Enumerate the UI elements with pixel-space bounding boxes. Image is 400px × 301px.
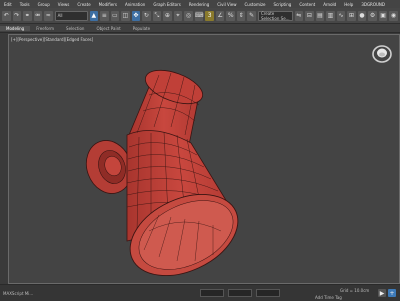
menu-customize[interactable]: Customize xyxy=(241,2,270,7)
status-bar: MAXScript Mi... Grid = 10.0cm Add Time T… xyxy=(0,284,400,301)
menu-arnold[interactable]: Arnold xyxy=(319,2,340,7)
tab-populate[interactable]: Populate xyxy=(127,26,156,31)
menu-animation[interactable]: Animation xyxy=(121,2,149,7)
maxscript-listener[interactable]: MAXScript Mi... xyxy=(3,291,33,296)
menu-edit[interactable]: Edit xyxy=(0,2,16,7)
main-toolbar: ↶ ↷ ⚭ ⚮ ≈ All ▲ ≡ ▭ ◫ ✥ ↻ ⤡ ⊕ ⌖ ◎ ⌨ 3 ∠ … xyxy=(0,8,400,24)
x-coordinate-field[interactable] xyxy=(200,289,224,297)
play-icon[interactable]: ▶ xyxy=(378,289,386,297)
add-time-tag[interactable]: Add Time Tag xyxy=(315,295,342,300)
spinner-snap-icon[interactable]: ⇕ xyxy=(236,10,246,21)
menu-group[interactable]: Group xyxy=(34,2,54,7)
schematic-view-icon[interactable]: ⊞ xyxy=(347,10,356,21)
angle-snap-icon[interactable]: ∠ xyxy=(215,10,225,21)
layer-explorer-icon[interactable]: ▤ xyxy=(315,10,325,21)
coordinate-fields xyxy=(200,289,280,297)
window-crossing-icon[interactable]: ◫ xyxy=(121,10,130,21)
mirror-icon[interactable]: ⇋ xyxy=(294,10,304,21)
pivot-center-icon[interactable]: ◎ xyxy=(184,10,193,21)
toggle-ribbon-icon[interactable]: ▥ xyxy=(326,10,335,21)
y-coordinate-field[interactable] xyxy=(228,289,252,297)
perspective-viewport[interactable]: [+][Perspective][Standard][Edged Faces] xyxy=(8,34,400,284)
percent-snap-icon[interactable]: % xyxy=(226,10,235,21)
ribbon-tabs: Modeling Freeform Selection Object Paint… xyxy=(0,24,400,33)
grid-size-label: Grid = 10.0cm xyxy=(340,288,370,293)
mug-mesh[interactable] xyxy=(9,35,400,284)
menu-bar: Edit Tools Group Views Create Modifiers … xyxy=(0,0,400,8)
menu-rendering[interactable]: Rendering xyxy=(185,2,213,7)
rectangular-selection-icon[interactable]: ▭ xyxy=(110,10,120,21)
bind-space-warp-icon[interactable]: ≈ xyxy=(44,10,53,21)
menu-help[interactable]: Help xyxy=(340,2,357,7)
select-object-icon[interactable]: ▲ xyxy=(89,10,99,21)
menu-3dground[interactable]: 3DGROUND xyxy=(357,2,389,7)
menu-views[interactable]: Views xyxy=(54,2,74,7)
select-and-scale-icon[interactable]: ⤡ xyxy=(152,10,162,21)
keyboard-shortcut-icon[interactable]: ⌨ xyxy=(194,10,204,21)
select-and-move-icon[interactable]: ✥ xyxy=(131,10,141,21)
material-editor-icon[interactable]: ● xyxy=(357,10,367,21)
rendered-frame-window-icon[interactable]: ▣ xyxy=(378,10,388,21)
menu-create[interactable]: Create xyxy=(73,2,94,7)
tab-object-paint[interactable]: Object Paint xyxy=(90,26,126,31)
snaps-toggle-icon[interactable]: 3 xyxy=(205,10,214,21)
menu-scripting[interactable]: Scripting xyxy=(270,2,296,7)
link-icon[interactable]: ⚭ xyxy=(23,10,32,21)
select-by-name-icon[interactable]: ≡ xyxy=(100,10,109,21)
align-icon[interactable]: ⊟ xyxy=(305,10,314,21)
tab-modeling[interactable]: Modeling xyxy=(0,25,31,31)
render-setup-icon[interactable]: ⚙ xyxy=(368,10,377,21)
render-production-icon[interactable]: ◉ xyxy=(389,10,398,21)
z-coordinate-field[interactable] xyxy=(256,289,280,297)
add-icon[interactable]: + xyxy=(388,289,396,297)
tab-selection[interactable]: Selection xyxy=(60,26,90,31)
named-selection-dropdown[interactable]: Create Selection Se... xyxy=(257,10,293,21)
unlink-icon[interactable]: ⚮ xyxy=(33,10,43,21)
menu-graph-editors[interactable]: Graph Editors xyxy=(149,2,184,7)
edit-named-selection-icon[interactable]: ✎ xyxy=(247,10,256,21)
undo-icon[interactable]: ↶ xyxy=(2,10,11,21)
select-and-place-icon[interactable]: ⊕ xyxy=(163,10,172,21)
select-and-rotate-icon[interactable]: ↻ xyxy=(142,10,151,21)
tab-freeform[interactable]: Freeform xyxy=(30,26,60,31)
menu-civil-view[interactable]: Civil View xyxy=(213,2,240,7)
menu-tools[interactable]: Tools xyxy=(16,2,34,7)
curve-editor-icon[interactable]: ∿ xyxy=(336,10,346,21)
redo-icon[interactable]: ↷ xyxy=(12,10,22,21)
reference-coordinate-icon[interactable]: ⌖ xyxy=(173,10,183,21)
selection-filter-dropdown[interactable]: All xyxy=(54,10,88,21)
menu-content[interactable]: Content xyxy=(295,2,319,7)
menu-modifiers[interactable]: Modifiers xyxy=(95,2,121,7)
